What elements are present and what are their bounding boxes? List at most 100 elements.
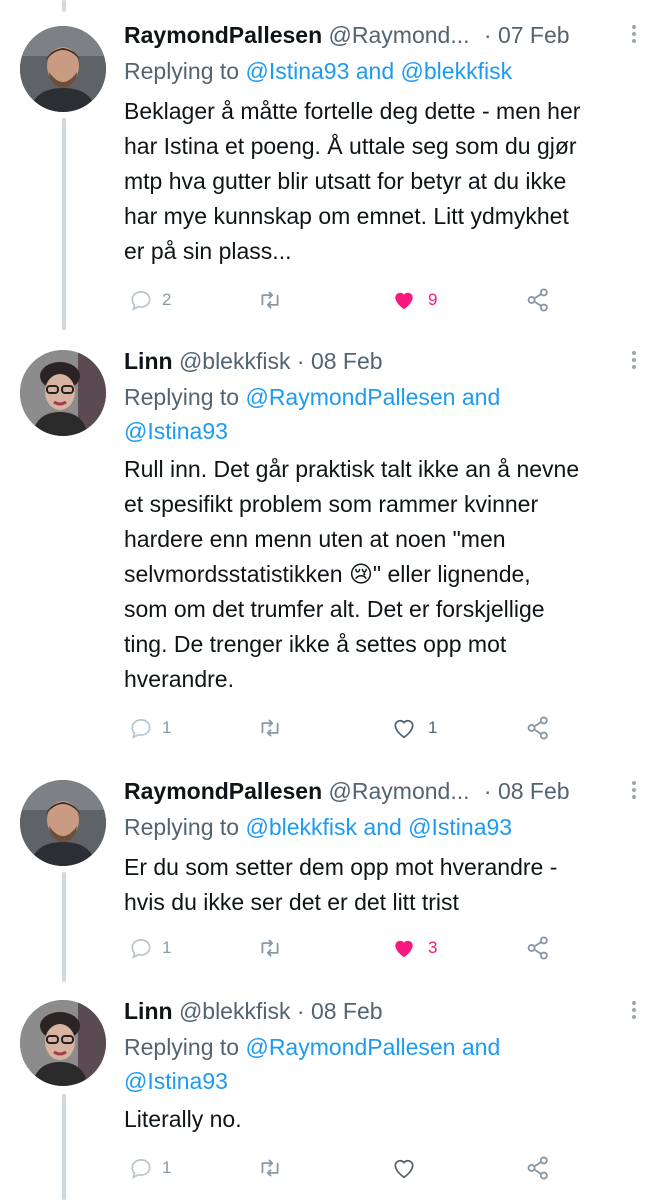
mention-link[interactable]: @Istina93 xyxy=(245,58,349,84)
separator-dot: · xyxy=(483,22,492,48)
tweet-text-line: Er du som setter dem opp mot hverandre - xyxy=(124,854,558,880)
tweet-text: Er du som setter dem opp mot hverandre -… xyxy=(124,850,640,920)
replying-join: and xyxy=(461,384,501,410)
more-options-icon[interactable] xyxy=(628,778,640,804)
author-handle[interactable]: @blekkfisk xyxy=(179,348,291,374)
mention-link[interactable]: @RaymondPallesen xyxy=(245,384,455,410)
replying-prefix: Replying to xyxy=(124,814,240,840)
mention-link[interactable]: @Istina93 xyxy=(124,1068,228,1094)
share-icon xyxy=(527,1156,548,1180)
share-icon xyxy=(527,936,548,960)
share-button[interactable] xyxy=(524,1151,552,1185)
replying-to: Replying to @RaymondPallesen and @Istina… xyxy=(124,1030,640,1098)
reply-button[interactable]: 1 xyxy=(128,711,171,745)
tweet-text-line: et spesifikt problem som rammer kvinner xyxy=(124,491,539,517)
share-icon xyxy=(527,288,548,312)
reply-icon xyxy=(131,1159,151,1179)
tweet-text-line: selvmordsstatistikken 😢" eller lignende, xyxy=(124,561,531,587)
like-count: 3 xyxy=(428,938,438,957)
reply-icon xyxy=(131,939,151,959)
author-handle[interactable]: @blekkfisk xyxy=(179,998,291,1024)
retweet-icon xyxy=(261,939,279,957)
replying-to: Replying to @blekkfisk and @Istina93 xyxy=(124,810,640,844)
author-name[interactable]: RaymondPallesen xyxy=(124,778,322,804)
author-name[interactable]: Linn xyxy=(124,348,173,374)
tweet[interactable]: Linn @blekkfisk · 08 Feb Replying to @Ra… xyxy=(0,330,664,760)
reply-count: 1 xyxy=(162,718,172,737)
mention-link[interactable]: @Istina93 xyxy=(124,418,228,444)
avatar[interactable] xyxy=(20,350,106,436)
tweet-text-line: Rull inn. Det går praktisk talt ikke an … xyxy=(124,456,580,482)
author-name[interactable]: Linn xyxy=(124,998,173,1024)
tweet-text-line: hvis du ikke ser det er det litt trist xyxy=(124,889,459,915)
mention-link[interactable]: @Istina93 xyxy=(408,814,512,840)
author-handle[interactable]: @Raymond... xyxy=(329,778,470,804)
retweet-button[interactable] xyxy=(256,1151,284,1185)
retweet-button[interactable] xyxy=(256,931,284,965)
avatar[interactable] xyxy=(20,780,106,866)
like-button[interactable]: 3 xyxy=(390,931,437,965)
mention-link[interactable]: @blekkfisk xyxy=(401,58,513,84)
timestamp[interactable]: 08 Feb xyxy=(311,348,383,374)
tweet-actions: 1 xyxy=(124,1151,640,1185)
avatar[interactable] xyxy=(20,1000,106,1086)
reply-button[interactable]: 1 xyxy=(128,1151,171,1185)
like-count: 1 xyxy=(428,718,438,737)
author-handle[interactable]: @Raymond... xyxy=(329,22,470,48)
heart-outline-icon xyxy=(394,1159,414,1179)
mention-link[interactable]: @RaymondPallesen xyxy=(245,1034,455,1060)
tweet-text-line: ting. De trenger ikke å settes opp mot xyxy=(124,631,507,657)
tweet-text: Rull inn. Det går praktisk talt ikke an … xyxy=(124,452,640,697)
tweet-text-line: hardere enn menn uten at noen "men xyxy=(124,526,506,552)
share-icon xyxy=(527,716,548,740)
reply-button[interactable]: 1 xyxy=(128,931,171,965)
author-name[interactable]: RaymondPallesen xyxy=(124,22,322,48)
tweet-text-line: hverandre. xyxy=(124,666,234,692)
tweet-actions: 2 9 xyxy=(124,283,640,317)
share-button[interactable] xyxy=(524,931,552,965)
more-options-icon[interactable] xyxy=(628,348,640,374)
avatar[interactable] xyxy=(20,26,106,112)
woman-avatar xyxy=(20,1000,106,1086)
reply-count: 2 xyxy=(162,290,172,309)
reply-count: 1 xyxy=(162,1158,172,1177)
more-options-icon[interactable] xyxy=(628,22,640,48)
share-button[interactable] xyxy=(524,283,552,317)
replying-prefix: Replying to xyxy=(124,1034,240,1060)
tweet-text-line: har mye kunnskap om emnet. Litt ydmykhet xyxy=(124,203,569,229)
woman-avatar xyxy=(20,350,106,436)
separator-dot: · xyxy=(296,348,305,374)
share-button[interactable] xyxy=(524,711,552,745)
retweet-icon xyxy=(261,291,279,309)
replying-join: and xyxy=(363,814,402,840)
reply-button[interactable]: 2 xyxy=(128,283,171,317)
replying-to: Replying to @RaymondPallesen and @Istina… xyxy=(124,380,640,448)
replying-to: Replying to @Istina93 and @blekkfisk xyxy=(124,54,640,88)
like-count: 9 xyxy=(428,290,438,309)
timestamp[interactable]: 08 Feb xyxy=(311,998,383,1024)
tweet[interactable]: RaymondPallesen @Raymond... · 08 Feb Rep… xyxy=(0,760,664,980)
replying-prefix: Replying to xyxy=(124,58,240,84)
tweet-text: Literally no. xyxy=(124,1102,640,1137)
man-avatar xyxy=(20,780,106,866)
timestamp[interactable]: 07 Feb xyxy=(498,22,570,48)
tweet-text-line: Beklager å måtte fortelle deg dette - me… xyxy=(124,98,581,124)
like-button[interactable]: 1 xyxy=(390,711,437,745)
tweet-text-line: har Istina et poeng. Å uttale seg som du… xyxy=(124,133,577,159)
like-button[interactable]: 9 xyxy=(390,283,437,317)
tweet[interactable]: Linn @blekkfisk · 08 Feb Replying to @Ra… xyxy=(0,980,664,1200)
retweet-button[interactable] xyxy=(256,283,284,317)
heart-filled-icon xyxy=(395,940,413,958)
tweet-text-line: er på sin plass... xyxy=(124,238,292,264)
tweet[interactable]: RaymondPallesen @Raymond... · 07 Feb Rep… xyxy=(0,0,664,330)
mention-link[interactable]: @blekkfisk xyxy=(245,814,357,840)
separator-dot: · xyxy=(296,998,305,1024)
more-options-icon[interactable] xyxy=(628,998,640,1024)
timestamp[interactable]: 08 Feb xyxy=(498,778,570,804)
like-button[interactable] xyxy=(390,1151,418,1185)
retweet-button[interactable] xyxy=(256,711,284,745)
reply-icon xyxy=(131,719,151,739)
retweet-icon xyxy=(261,719,279,737)
replying-join: and xyxy=(355,58,395,84)
heart-filled-icon xyxy=(395,292,413,310)
